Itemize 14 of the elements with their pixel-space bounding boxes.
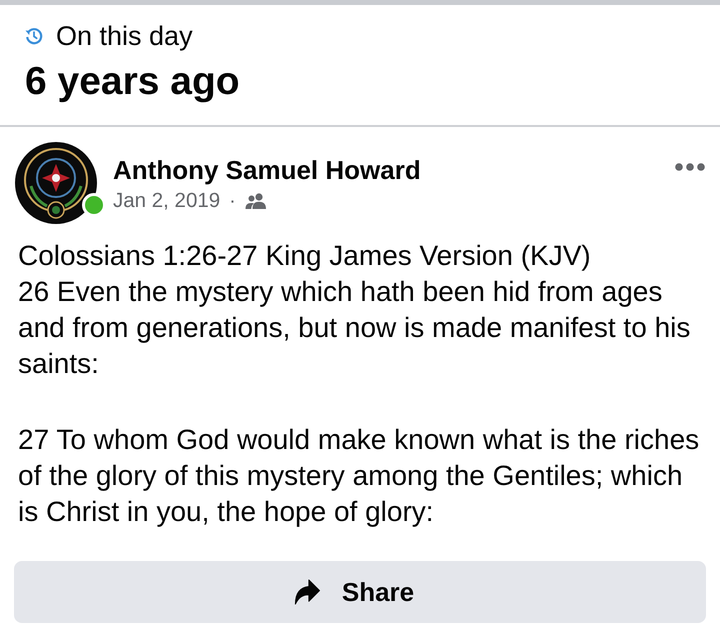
separator-dot: · [229,190,236,212]
share-button[interactable]: Share [14,561,706,623]
post-text: Colossians 1:26-27 King James Version (KJV) [18,239,592,273]
friends-audience-icon [244,193,267,209]
post-text: 27 To whom God would make known what is the riches of the glory of this mystery among the Gentiles; which is Christ in you, the hope of glory: [18,423,700,529]
history-clock-icon [25,27,43,45]
avatar-drawing[interactable] [15,142,97,224]
more-options-icon[interactable] [675,163,705,171]
memory-heading: 6 years ago [25,60,241,104]
post-text: 26 Even the mystery which hath been hid from ages and from generations, but now is made manifest to his saints: [18,275,692,381]
share-arrow-icon [294,579,320,605]
memory-label: On this day [56,20,193,52]
author-name[interactable]: Anthony Samuel Howard [113,154,421,186]
post-date[interactable]: Jan 2, 2019 [113,189,220,213]
